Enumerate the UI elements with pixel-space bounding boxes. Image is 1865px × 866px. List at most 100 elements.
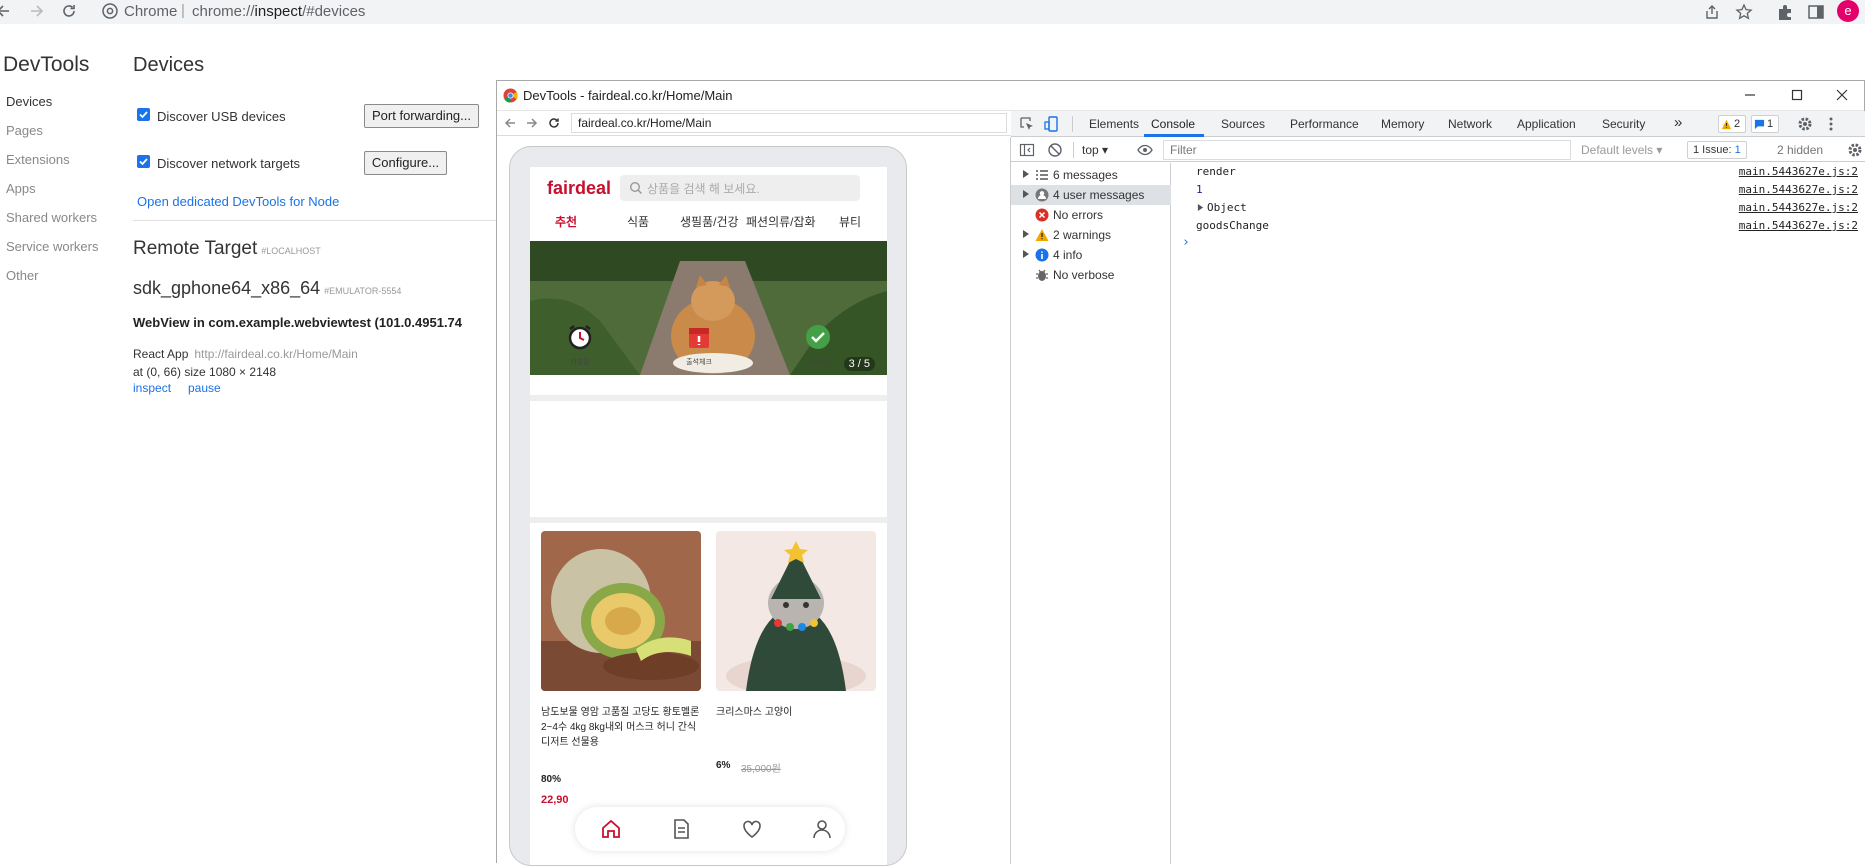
maximize-icon[interactable] xyxy=(1785,85,1809,105)
tab-performance[interactable]: Performance xyxy=(1290,117,1359,131)
sidebar-row-verbose[interactable]: No verbose xyxy=(1011,265,1171,285)
warnings-count: 2 xyxy=(1734,118,1741,130)
omnibox[interactable]: Chrome | chrome://inspect/#devices xyxy=(92,0,1740,23)
clear-console-icon[interactable] xyxy=(1047,142,1063,158)
console-output: render main.5443627e.js:2 1 main.5443627… xyxy=(1172,163,1865,864)
user-icon[interactable] xyxy=(811,818,833,840)
eye-icon[interactable] xyxy=(1137,142,1153,158)
sidebar-item-apps[interactable]: Apps xyxy=(6,181,36,196)
device-toolbar-icon[interactable] xyxy=(1044,116,1060,132)
console-settings-icon[interactable] xyxy=(1847,142,1863,158)
sidebar-item-devices[interactable]: Devices xyxy=(6,94,52,109)
chrome-logo-icon xyxy=(503,88,518,103)
tab-console[interactable]: Console xyxy=(1151,117,1195,131)
sidebar-row-warnings[interactable]: 2 warnings xyxy=(1011,225,1171,245)
profile-avatar[interactable]: e xyxy=(1837,0,1859,22)
warnings-badge[interactable]: 2 xyxy=(1718,115,1746,133)
node-devtools-link[interactable]: Open dedicated DevTools for Node xyxy=(137,194,339,209)
bookmark-star-icon[interactable] xyxy=(1735,3,1753,21)
omnibox-url[interactable]: chrome://inspect/#devices xyxy=(192,3,365,20)
screencast-url-field[interactable]: fairdeal.co.kr/Home/Main xyxy=(571,113,1007,133)
more-tabs-button[interactable]: » xyxy=(1674,114,1682,131)
device-screen[interactable]: fairdeal 상품을 검색 해 보세요. 추천 식품 생필품/건강 패션의류… xyxy=(530,167,887,865)
sidebar-row-info[interactable]: 4 info xyxy=(1011,245,1171,265)
messages-badge[interactable]: 1 xyxy=(1751,115,1779,133)
issues-count: 1 xyxy=(1734,144,1741,156)
sidebar-row-user-messages[interactable]: 4 user messages xyxy=(1011,185,1171,205)
forward-icon[interactable] xyxy=(28,2,46,20)
calendar-icon[interactable] xyxy=(685,323,713,351)
device-tag: #EMULATOR-5554 xyxy=(324,286,402,296)
minimize-icon[interactable] xyxy=(1738,85,1762,105)
close-icon[interactable] xyxy=(1830,85,1854,105)
screencast-reload-icon[interactable] xyxy=(547,116,561,130)
tab-security[interactable]: Security xyxy=(1602,117,1645,131)
sidebar-row-messages[interactable]: 6 messages xyxy=(1011,165,1171,185)
discover-usb-checkbox[interactable] xyxy=(137,108,150,121)
console-source-link[interactable]: main.5443627e.js:2 xyxy=(1739,219,1858,232)
category-tab-fashion[interactable]: 패션의류/잡화 xyxy=(746,213,816,230)
back-icon[interactable] xyxy=(0,2,12,20)
category-tab-recommended[interactable]: 추천 xyxy=(555,213,577,230)
tab-elements[interactable]: Elements xyxy=(1089,117,1139,131)
pause-link[interactable]: pause xyxy=(188,381,221,395)
sidebar-item-shared-workers[interactable]: Shared workers xyxy=(6,210,97,225)
console-message[interactable]: Object main.5443627e.js:2 xyxy=(1172,199,1865,217)
quick-menu-label-attendance: 출석체크 xyxy=(686,359,712,366)
console-prompt[interactable]: › xyxy=(1182,235,1190,250)
sidebar-item-other[interactable]: Other xyxy=(6,268,39,283)
issues-button[interactable]: 1 Issue: 1 xyxy=(1687,141,1747,159)
sidebar-row-errors[interactable]: No errors xyxy=(1011,205,1171,225)
product-image-christmas-cat[interactable] xyxy=(716,531,876,691)
configure-button[interactable]: Configure... xyxy=(364,151,447,175)
tab-application[interactable]: Application xyxy=(1517,117,1576,131)
port-forwarding-button[interactable]: Port forwarding... xyxy=(364,104,479,128)
kebab-menu-icon[interactable] xyxy=(1823,116,1839,132)
sidebar-item-service-workers[interactable]: Service workers xyxy=(6,239,98,254)
category-tab-food[interactable]: 식품 xyxy=(627,213,649,230)
log-levels-dropdown[interactable]: Default levels ▾ xyxy=(1581,143,1662,157)
home-icon[interactable] xyxy=(600,818,622,840)
object-expand-icon[interactable] xyxy=(1197,204,1204,211)
discover-network-checkbox[interactable] xyxy=(137,155,150,168)
sidebar-toggle-icon[interactable] xyxy=(1019,142,1035,158)
site-logo[interactable]: fairdeal xyxy=(547,178,611,199)
alarm-clock-icon[interactable] xyxy=(566,323,594,351)
heart-icon[interactable] xyxy=(741,818,763,840)
sidebar-item-extensions[interactable]: Extensions xyxy=(6,152,70,167)
screencast-forward-icon[interactable] xyxy=(525,116,539,130)
tab-memory[interactable]: Memory xyxy=(1381,117,1424,131)
product-name-cat[interactable]: 크리스마스 고양이 xyxy=(716,705,792,720)
console-source-link[interactable]: main.5443627e.js:2 xyxy=(1739,165,1858,178)
screencast-back-icon[interactable] xyxy=(503,116,517,130)
settings-gear-icon[interactable] xyxy=(1797,116,1813,132)
reload-icon[interactable] xyxy=(60,2,78,20)
console-source-link[interactable]: main.5443627e.js:2 xyxy=(1739,183,1858,196)
inspect-element-icon[interactable] xyxy=(1019,116,1035,132)
remote-target-tag: #LOCALHOST xyxy=(261,246,321,256)
console-text: 1 xyxy=(1196,183,1203,196)
sidebar-item-pages[interactable]: Pages xyxy=(6,123,43,138)
category-tab-beauty[interactable]: 뷰티 xyxy=(839,213,861,230)
tab-network[interactable]: Network xyxy=(1448,117,1492,131)
share-icon[interactable] xyxy=(1703,3,1721,21)
banner-carousel[interactable]: 3 / 5 xyxy=(530,241,887,375)
expand-arrow-icon[interactable] xyxy=(1022,190,1030,198)
document-icon[interactable] xyxy=(670,818,692,840)
site-search-input[interactable]: 상품을 검색 해 보세요. xyxy=(620,175,860,201)
check-badge-icon[interactable] xyxy=(804,323,832,351)
expand-arrow-icon[interactable] xyxy=(1022,250,1030,258)
inspect-link[interactable]: inspect xyxy=(133,381,171,395)
context-selector[interactable]: top ▾ xyxy=(1082,143,1108,157)
category-tab-household[interactable]: 생필품/건강 xyxy=(680,213,739,230)
expand-arrow-icon[interactable] xyxy=(1022,170,1030,178)
product-image-melon[interactable] xyxy=(541,531,701,691)
console-source-link[interactable]: main.5443627e.js:2 xyxy=(1739,201,1858,214)
tab-sources[interactable]: Sources xyxy=(1221,117,1265,131)
expand-arrow-icon[interactable] xyxy=(1022,230,1030,238)
console-filter-input[interactable]: Filter xyxy=(1163,140,1571,160)
extensions-icon[interactable] xyxy=(1776,3,1794,21)
side-panel-icon[interactable] xyxy=(1807,3,1825,21)
product-name-melon[interactable]: 남도보물 영암 고품질 고당도 황토멜론 2~4수 4kg 8kg내외 머스크 … xyxy=(541,705,699,750)
toolbar-separator xyxy=(1072,116,1073,132)
